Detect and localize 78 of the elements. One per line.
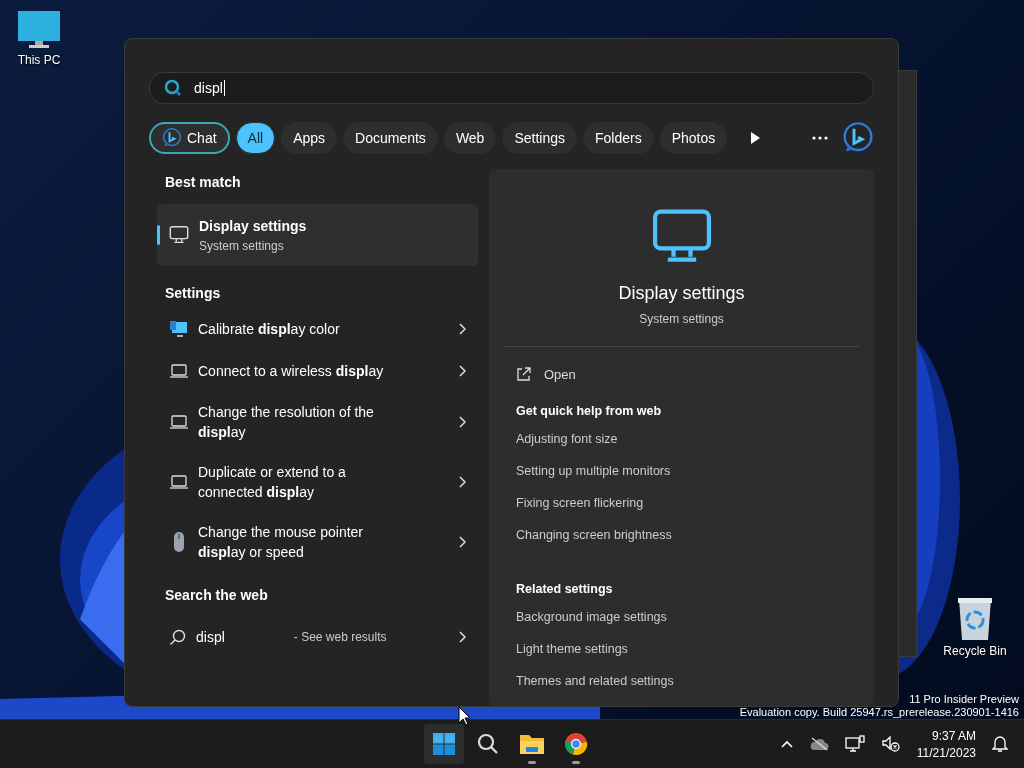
- clock[interactable]: 9:37 AM 11/21/2023: [912, 728, 980, 760]
- bell-icon: [992, 735, 1008, 753]
- settings-result[interactable]: Change the mouse pointer display or speed: [157, 512, 478, 572]
- filter-tab[interactable]: Documents: [343, 122, 438, 154]
- play-icon: [749, 131, 762, 145]
- help-link[interactable]: Light theme settings: [504, 642, 859, 674]
- laptop-icon: [169, 474, 189, 490]
- watermark-text: Evaluation copy. Build 25947.rs_prerelease.230901-1416: [739, 706, 1019, 719]
- filter-tab[interactable]: Chat: [149, 122, 230, 154]
- help-link[interactable]: Changing screen brightness: [504, 528, 859, 560]
- windows-logo-icon: [432, 732, 456, 756]
- chevron-right-icon: [458, 476, 466, 488]
- result-text: Change the resolution of the display: [198, 403, 375, 442]
- bing-icon: [842, 122, 874, 154]
- help-link[interactable]: Fixing screen flickering: [504, 496, 859, 528]
- web-query: displ: [196, 628, 226, 647]
- section-heading: Best match: [164, 173, 242, 192]
- monitor-icon: [168, 224, 190, 246]
- result-text: Calibrate display color: [198, 320, 341, 339]
- laptop-icon: [169, 363, 189, 379]
- filter-tab[interactable]: Folders: [583, 122, 654, 154]
- chevron-right-icon: [458, 631, 466, 643]
- help-link[interactable]: Themes and related settings: [504, 674, 859, 706]
- help-link[interactable]: Adjusting font size: [504, 432, 859, 464]
- search-field[interactable]: displ: [149, 72, 874, 104]
- cloud-off-icon: [808, 737, 829, 751]
- search-icon: [169, 628, 187, 646]
- search-query: displ: [194, 80, 225, 96]
- more-icon: [812, 136, 829, 140]
- result-title: Display settings: [199, 217, 307, 234]
- filter-tab[interactable]: Photos: [659, 122, 728, 154]
- open-link[interactable]: Open: [544, 367, 576, 382]
- help-link[interactable]: Setting up multiple monitors: [504, 464, 859, 496]
- result-text: Duplicate or extend to a connected display: [198, 463, 347, 502]
- watermark-text: 11 Pro Insider Preview: [909, 693, 1019, 706]
- search-icon: [476, 732, 500, 756]
- filter-tab[interactable]: Web: [443, 122, 497, 154]
- section-heading: Get quick help from web: [515, 404, 663, 418]
- settings-result[interactable]: Change the resolution of the display: [157, 392, 478, 452]
- web-result[interactable]: displ - See web results: [157, 616, 478, 658]
- web-results-hint: - See web results: [293, 630, 388, 644]
- monitor-icon: [17, 10, 61, 50]
- filter-tab[interactable]: Apps: [281, 122, 338, 154]
- monitor-icon: [169, 319, 189, 339]
- chevron-right-icon: [458, 416, 466, 428]
- taskbar-app[interactable]: [424, 724, 464, 764]
- section-heading: Related settings: [515, 582, 614, 596]
- filter-tab[interactable]: Settings: [502, 122, 577, 154]
- section-heading: Search the web: [164, 586, 269, 605]
- settings-result[interactable]: Duplicate or extend to a connected display: [157, 452, 478, 512]
- desktop-icon-label[interactable]: This PC: [17, 53, 61, 67]
- desktop-icon-label[interactable]: Recycle Bin: [943, 644, 1007, 658]
- cursor-icon: [458, 706, 471, 726]
- best-match-item[interactable]: Display settings System settings: [157, 204, 478, 266]
- external-link-icon: [516, 367, 531, 382]
- settings-result[interactable]: Connect to a wireless display: [157, 350, 478, 392]
- laptop-icon: [169, 414, 189, 430]
- chevron-right-icon: [458, 536, 466, 548]
- bing-icon: [162, 128, 182, 148]
- section-heading: Settings: [164, 284, 222, 303]
- search-icon: [164, 79, 182, 97]
- result-subtitle: System settings: [199, 238, 285, 253]
- folder-icon: [519, 732, 545, 756]
- result-text: Change the mouse pointer display or speed: [198, 523, 364, 562]
- speaker-muted-icon: [880, 735, 901, 753]
- bing-button[interactable]: [842, 122, 874, 154]
- chevron-up-icon: [780, 740, 793, 748]
- preview-subtitle: System settings: [639, 312, 724, 326]
- help-link[interactable]: Background image settings: [504, 610, 859, 642]
- preview-title: Display settings: [618, 283, 745, 304]
- settings-result[interactable]: Calibrate display color: [157, 308, 478, 350]
- result-text: Connect to a wireless display: [198, 362, 385, 381]
- chevron-right-icon: [458, 365, 466, 377]
- chrome-icon: [564, 732, 588, 756]
- chevron-right-icon: [458, 323, 466, 335]
- recycle-bin-icon: [956, 597, 994, 641]
- network-icon: [844, 735, 865, 753]
- filter-tab[interactable]: All: [235, 122, 276, 154]
